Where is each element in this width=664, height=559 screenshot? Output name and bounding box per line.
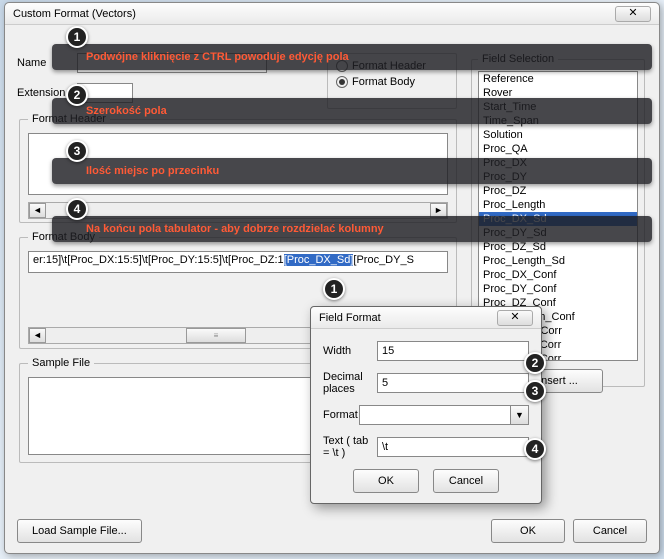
scroll-thumb[interactable]: ≡ [186, 328, 246, 343]
chevron-down-icon[interactable]: ▼ [511, 405, 529, 425]
format-combo[interactable]: ▼ [359, 405, 529, 425]
radio-format-body[interactable]: Format Body [336, 76, 448, 88]
ok-button[interactable]: OK [491, 519, 565, 543]
annotation-badge-3: 3 [66, 140, 88, 162]
annotation-bar-2: Szerokość pola [52, 98, 652, 124]
annotation-badge-2: 2 [66, 84, 88, 106]
close-icon[interactable]: ✕ [615, 6, 651, 22]
text-input[interactable] [377, 437, 529, 457]
list-item[interactable]: Proc_QA [479, 142, 637, 156]
decimal-label: Decimal places [323, 371, 377, 395]
annotation-badge-body-1: 1 [323, 278, 345, 300]
cancel-button[interactable]: Cancel [573, 519, 647, 543]
list-item[interactable]: Proc_DZ [479, 184, 637, 198]
annotation-badge-1: 1 [66, 26, 88, 48]
list-item[interactable]: Solution [479, 128, 637, 142]
decimal-input[interactable] [377, 373, 529, 393]
close-icon[interactable]: ✕ [497, 310, 533, 326]
bottom-button-row: Load Sample File... OK Cancel [17, 519, 647, 543]
annotation-badge-dialog-2: 2 [524, 352, 546, 374]
format-body-selection: [Proc_DX_Sd] [284, 254, 354, 266]
window-title: Custom Format (Vectors) [13, 8, 136, 20]
annotation-bar-1: Podwójne kliknięcie z CTRL powoduje edyc… [52, 44, 652, 70]
titlebar: Custom Format (Vectors) ✕ [5, 3, 659, 25]
scroll-left-icon[interactable]: ◄ [29, 328, 46, 343]
width-label: Width [323, 345, 377, 357]
load-sample-button[interactable]: Load Sample File... [17, 519, 142, 543]
list-item[interactable]: Proc_Length_Sd [479, 254, 637, 268]
annotation-badge-4: 4 [66, 198, 88, 220]
scroll-left-icon[interactable]: ◄ [29, 203, 46, 218]
annotation-badge-dialog-4: 4 [524, 438, 546, 460]
radio-icon [336, 76, 348, 88]
dialog-titlebar: Field Format ✕ [311, 307, 541, 329]
list-item[interactable]: Reference [479, 72, 637, 86]
list-item[interactable]: Proc_DX_Conf [479, 268, 637, 282]
width-input[interactable] [377, 341, 529, 361]
list-item[interactable]: Proc_DZ_Sd [479, 240, 637, 254]
text-label: Text ( tab = \t ) [323, 435, 377, 459]
list-item[interactable]: Proc_Length [479, 198, 637, 212]
format-label: Format [323, 409, 359, 421]
field-format-dialog: Field Format ✕ Width Decimal places Form… [310, 306, 542, 504]
format-combo-input[interactable] [359, 405, 511, 425]
dialog-title: Field Format [319, 312, 381, 324]
annotation-bar-4: Na końcu pola tabulator - aby dobrze roz… [52, 216, 652, 242]
dialog-cancel-button[interactable]: Cancel [433, 469, 499, 493]
annotation-badge-dialog-3: 3 [524, 380, 546, 402]
annotation-bar-3: Ilość miejsc po przecinku [52, 158, 652, 184]
format-body-input[interactable]: er:15]\t[Proc_DX:15:5]\t[Proc_DY:15:5]\t… [28, 251, 448, 273]
dialog-ok-button[interactable]: OK [353, 469, 419, 493]
sample-file-legend: Sample File [28, 357, 94, 369]
list-item[interactable]: Proc_DY_Conf [479, 282, 637, 296]
